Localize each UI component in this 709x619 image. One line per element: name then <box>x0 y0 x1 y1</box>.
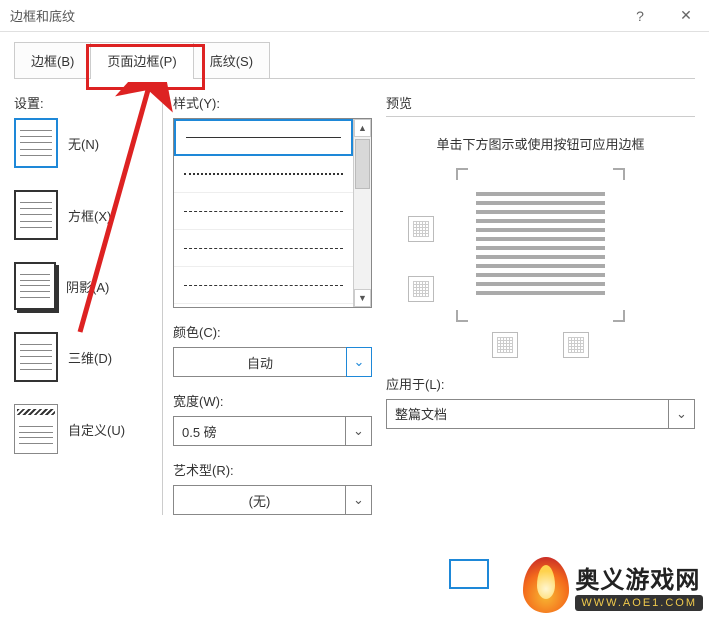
art-value: (无) <box>174 486 345 514</box>
style-dashed2[interactable] <box>174 230 353 267</box>
chevron-down-icon[interactable]: ⌄ <box>668 400 694 428</box>
setting-none-label: 无(N) <box>68 134 99 153</box>
style-solid[interactable] <box>174 119 353 156</box>
watermark-name: 奥义游戏网 <box>575 560 703 595</box>
edge-right-button[interactable] <box>563 332 589 358</box>
setting-none-thumb <box>14 118 58 168</box>
apply-value: 整篇文档 <box>387 400 668 428</box>
style-column: 样式(Y): ▲ ▼ 颜色(C): 自动 ⌄ 宽度(W): 0.5 磅 ⌄ <box>162 89 372 515</box>
setting-shadow-thumb <box>14 262 56 310</box>
width-value: 0.5 磅 <box>174 417 345 445</box>
edge-left-button[interactable] <box>492 332 518 358</box>
scroll-down-icon[interactable]: ▼ <box>354 289 371 307</box>
flame-icon <box>523 557 569 613</box>
titlebar: 边框和底纹 ? ✕ <box>0 0 709 32</box>
setting-none[interactable]: 无(N) <box>14 118 154 168</box>
scroll-thumb[interactable] <box>355 139 370 189</box>
setting-3d[interactable]: 三维(D) <box>14 332 154 382</box>
apply-label: 应用于(L): <box>386 374 695 393</box>
setting-3d-thumb <box>14 332 58 382</box>
style-label: 样式(Y): <box>173 93 372 112</box>
corner-br <box>613 310 625 322</box>
setting-box[interactable]: 方框(X) <box>14 190 154 240</box>
chevron-down-icon[interactable]: ⌄ <box>345 417 371 445</box>
setting-box-label: 方框(X) <box>68 206 111 225</box>
preview-doc <box>476 192 605 295</box>
chevron-down-icon[interactable]: ⌄ <box>346 347 372 377</box>
tab-shading[interactable]: 底纹(S) <box>193 42 270 78</box>
chevron-down-icon[interactable]: ⌄ <box>345 486 371 514</box>
settings-label: 设置: <box>14 93 154 112</box>
style-listbox[interactable]: ▲ ▼ <box>173 118 372 308</box>
help-button[interactable]: ? <box>617 0 663 32</box>
preview-label: 预览 <box>386 93 695 117</box>
apply-dropdown[interactable]: 整篇文档 ⌄ <box>386 399 695 429</box>
settings-column: 设置: 无(N) 方框(X) 阴影(A) 三维(D) <box>14 89 154 515</box>
corner-bl <box>456 310 468 322</box>
edge-bottom-button[interactable] <box>408 276 434 302</box>
style-dashdot[interactable] <box>174 267 353 304</box>
width-label: 宽度(W): <box>173 391 372 410</box>
preview-hint: 单击下方图示或使用按钮可应用边框 <box>396 135 685 156</box>
watermark-url: WWW.AOE1.COM <box>575 595 703 611</box>
tab-strip: 边框(B) 页面边框(P) 底纹(S) <box>14 42 695 79</box>
corner-tr <box>613 168 625 180</box>
edge-top-button[interactable] <box>408 216 434 242</box>
color-value: 自动 <box>174 348 346 376</box>
setting-3d-label: 三维(D) <box>68 348 112 367</box>
style-dotted[interactable] <box>174 156 353 193</box>
setting-custom-thumb <box>14 404 58 454</box>
color-label: 颜色(C): <box>173 322 372 341</box>
dialog-button[interactable] <box>449 559 489 589</box>
color-dropdown[interactable]: 自动 ⌄ <box>173 347 372 377</box>
scroll-up-icon[interactable]: ▲ <box>354 119 371 137</box>
watermark: 奥义游戏网 WWW.AOE1.COM <box>523 557 703 613</box>
style-dashed[interactable] <box>174 193 353 230</box>
window-title: 边框和底纹 <box>10 6 75 25</box>
corner-tl <box>456 168 468 180</box>
setting-shadow-label: 阴影(A) <box>66 277 109 296</box>
art-dropdown[interactable]: (无) ⌄ <box>173 485 372 515</box>
preview-canvas <box>392 168 689 358</box>
style-scrollbar[interactable]: ▲ ▼ <box>353 119 371 307</box>
setting-custom-label: 自定义(U) <box>68 420 125 439</box>
close-button[interactable]: ✕ <box>663 0 709 32</box>
tab-border[interactable]: 边框(B) <box>14 42 91 78</box>
setting-shadow[interactable]: 阴影(A) <box>14 262 154 310</box>
art-label: 艺术型(R): <box>173 460 372 479</box>
setting-box-thumb <box>14 190 58 240</box>
tab-page-border[interactable]: 页面边框(P) <box>90 42 193 78</box>
preview-column: 预览 单击下方图示或使用按钮可应用边框 应用于(L): 整篇文档 ⌄ <box>380 89 695 515</box>
setting-custom[interactable]: 自定义(U) <box>14 404 154 454</box>
width-dropdown[interactable]: 0.5 磅 ⌄ <box>173 416 372 446</box>
